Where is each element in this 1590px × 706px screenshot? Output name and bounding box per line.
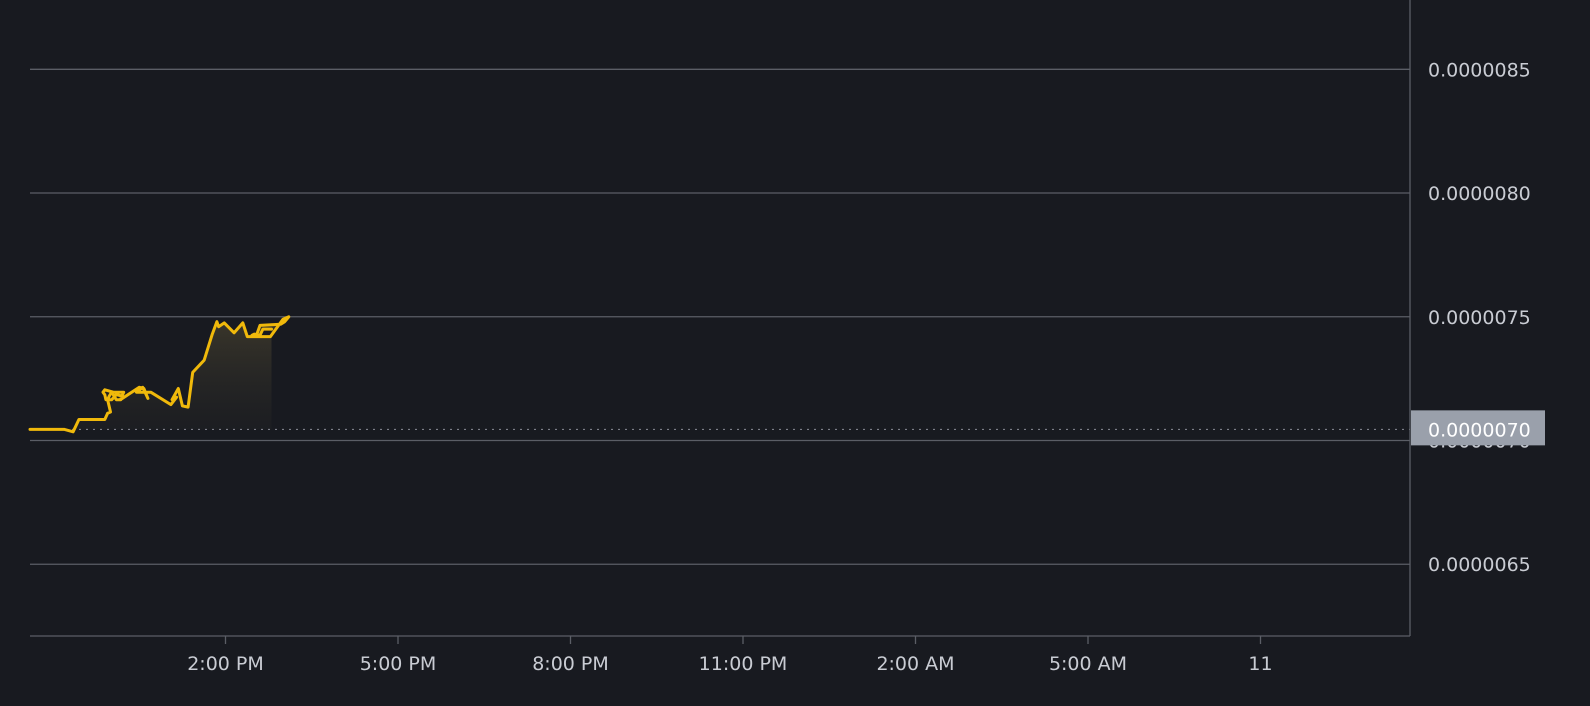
- x-tick-label: 5:00 PM: [360, 653, 437, 675]
- grid-lines: [30, 68, 1410, 565]
- y-tick-label: 0.0000065: [1428, 554, 1531, 576]
- x-tick-label: 11: [1248, 653, 1272, 675]
- y-tick-label: 0.0000085: [1428, 59, 1531, 81]
- y-tick-label: 0.0000075: [1428, 307, 1531, 329]
- y-tick-label: 0.0000080: [1428, 183, 1531, 205]
- price-tag-label: 0.0000070: [1428, 419, 1531, 441]
- area-path: [30, 316, 289, 432]
- axes: [30, 0, 1411, 637]
- area-fill: [30, 316, 289, 432]
- x-axis-ticks: 2:00 PM 5:00 PM 8:00 PM 11:00 PM 2:00 AM 5:00…: [187, 636, 1273, 675]
- y-axis-ticks: 0.0000065 0.0000070 0.0000075 0.0000080 0.00…: [1428, 59, 1531, 576]
- price-chart: 0.0000065 0.0000070 0.0000075 0.0000080 0.00…: [28, 0, 1545, 675]
- x-tick-label: 11:00 PM: [699, 653, 788, 675]
- current-price-tag: 0.0000070: [1411, 410, 1545, 446]
- x-tick-label: 5:00 AM: [1049, 653, 1127, 675]
- x-tick-label: 2:00 AM: [876, 653, 954, 675]
- x-tick-label: 2:00 PM: [187, 653, 264, 675]
- x-tick-label: 8:00 PM: [532, 653, 609, 675]
